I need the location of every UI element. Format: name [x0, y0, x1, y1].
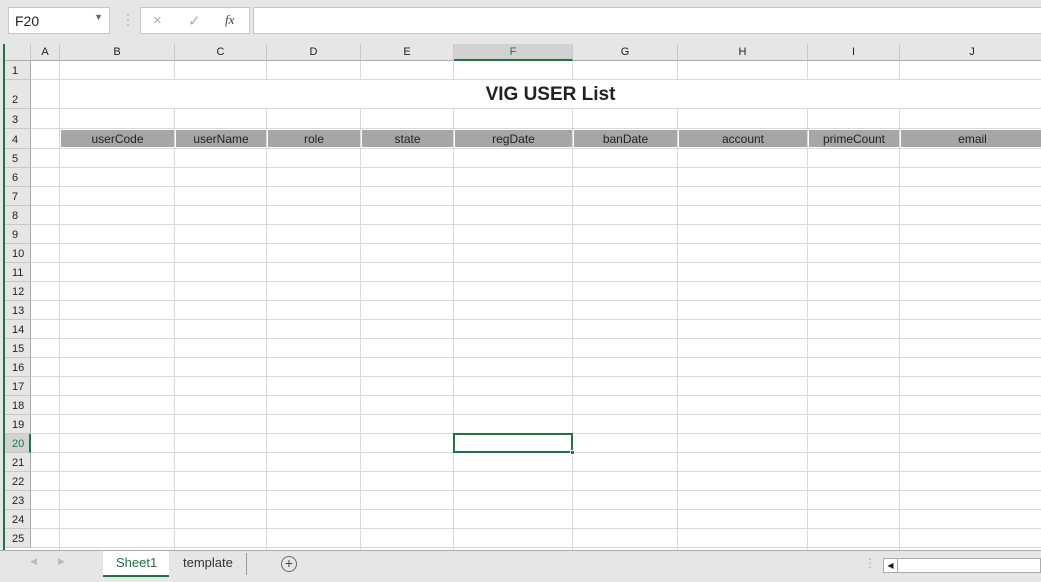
row-gridline [31, 224, 1041, 225]
header-cell-role[interactable]: role [268, 130, 360, 147]
row-header-12[interactable]: 12 [5, 282, 31, 301]
row-gridline [31, 471, 1041, 472]
row-gridline [31, 357, 1041, 358]
row-gridline [31, 395, 1041, 396]
column-gridline [807, 61, 808, 550]
header-cell-email[interactable]: email [901, 130, 1041, 147]
column-gridline [174, 61, 175, 550]
row-header-23[interactable]: 23 [5, 491, 31, 510]
split-handle-icon[interactable]: ⋮ [864, 556, 876, 570]
row-header-20[interactable]: 20 [5, 434, 31, 453]
select-all-button[interactable] [5, 44, 31, 61]
row-header-24[interactable]: 24 [5, 510, 31, 529]
fill-handle[interactable] [570, 450, 575, 455]
row-header-3[interactable]: 3 [5, 109, 31, 129]
row-header-18[interactable]: 18 [5, 396, 31, 415]
selected-cell[interactable] [453, 433, 575, 455]
row-header-21[interactable]: 21 [5, 453, 31, 472]
column-header-B[interactable]: B [60, 44, 175, 61]
header-cell-userCode[interactable]: userCode [61, 130, 174, 147]
column-header-A[interactable]: A [31, 44, 60, 61]
row-header-16[interactable]: 16 [5, 358, 31, 377]
column-header-C[interactable]: C [175, 44, 267, 61]
row-header-6[interactable]: 6 [5, 168, 31, 187]
row-header-4[interactable]: 4 [5, 129, 31, 149]
row-header-25[interactable]: 25 [5, 529, 31, 548]
column-header-E[interactable]: E [361, 44, 454, 61]
row-gridline [31, 281, 1041, 282]
column-gridline [572, 61, 573, 550]
formula-input[interactable] [253, 7, 1041, 34]
row-gridline [31, 300, 1041, 301]
row-gridline [31, 319, 1041, 320]
name-box[interactable]: F20 ▼ [8, 7, 110, 34]
tab-template[interactable]: template [170, 553, 247, 575]
row-header-14[interactable]: 14 [5, 320, 31, 339]
row-header-11[interactable]: 11 [5, 263, 31, 282]
header-cell-regDate[interactable]: regDate [455, 130, 572, 147]
row-header-10[interactable]: 10 [5, 244, 31, 263]
row-header-2[interactable]: 2 [5, 80, 31, 109]
row-gridline [31, 262, 1041, 263]
column-gridline [360, 61, 361, 550]
row-header-1[interactable]: 1 [5, 61, 31, 80]
spreadsheet-grid[interactable]: A B C D E F G H I J 1 2 3 4 5 6 7 8 9 10 11 12 13 14 15 16 17 18 19 2… [3, 44, 1041, 550]
column-gridline [677, 61, 678, 550]
scroll-left-icon[interactable]: ◀ [884, 559, 898, 572]
name-box-value: F20 [15, 13, 40, 29]
header-cell-userName[interactable]: userName [176, 130, 266, 147]
horizontal-scrollbar[interactable]: ◀ [883, 558, 1041, 573]
row-gridline [31, 376, 1041, 377]
row-gridline [31, 528, 1041, 529]
header-cell-banDate[interactable]: banDate [574, 130, 677, 147]
row-gridline [31, 509, 1041, 510]
row-gridline [31, 338, 1041, 339]
row-gridline [31, 108, 1041, 109]
cancel-icon[interactable]: × [153, 12, 162, 29]
row-header-9[interactable]: 9 [5, 225, 31, 244]
column-header-G[interactable]: G [573, 44, 678, 61]
row-gridline [31, 128, 1041, 129]
next-sheet-icon[interactable]: ▶ [58, 556, 65, 567]
row-header-7[interactable]: 7 [5, 187, 31, 206]
column-header-D[interactable]: D [267, 44, 361, 61]
row-header-19[interactable]: 19 [5, 415, 31, 434]
row-header-15[interactable]: 15 [5, 339, 31, 358]
row-header-13[interactable]: 13 [5, 301, 31, 320]
row-gridline [31, 167, 1041, 168]
row-header-22[interactable]: 22 [5, 472, 31, 491]
header-cell-account[interactable]: account [679, 130, 807, 147]
column-gridline [266, 61, 267, 550]
formula-buttons: × ✓ fx [140, 7, 250, 34]
row-gridline [31, 414, 1041, 415]
drag-handle-icon[interactable]: ⋮ [121, 11, 135, 28]
column-gridline [59, 61, 60, 550]
header-cell-primeCount[interactable]: primeCount [809, 130, 899, 147]
prev-sheet-icon[interactable]: ◀ [30, 556, 37, 567]
row-header-8[interactable]: 8 [5, 206, 31, 225]
column-gridline [899, 61, 900, 550]
column-gridline [453, 61, 454, 550]
column-header-I[interactable]: I [808, 44, 900, 61]
check-icon[interactable]: ✓ [188, 12, 201, 30]
row-gridline [31, 490, 1041, 491]
column-header-F[interactable]: F [454, 44, 573, 61]
row-gridline [31, 205, 1041, 206]
column-header-J[interactable]: J [900, 44, 1041, 61]
row-gridline [31, 186, 1041, 187]
row-gridline [31, 547, 1041, 548]
row-header-5[interactable]: 5 [5, 149, 31, 168]
header-cell-state[interactable]: state [362, 130, 453, 147]
row-header-17[interactable]: 17 [5, 377, 31, 396]
add-sheet-icon[interactable]: + [281, 556, 297, 572]
chevron-down-icon[interactable]: ▼ [94, 12, 103, 22]
row-gridline [31, 243, 1041, 244]
sheet-title: VIG USER List [485, 84, 616, 105]
row-gridline [31, 148, 1041, 149]
tab-sheet1[interactable]: Sheet1 [103, 551, 169, 577]
column-header-H[interactable]: H [678, 44, 808, 61]
sheet-tab-bar: ◀ ▶ Sheet1 template + ⋮ ◀ [0, 550, 1041, 578]
fx-icon[interactable]: fx [225, 12, 234, 28]
